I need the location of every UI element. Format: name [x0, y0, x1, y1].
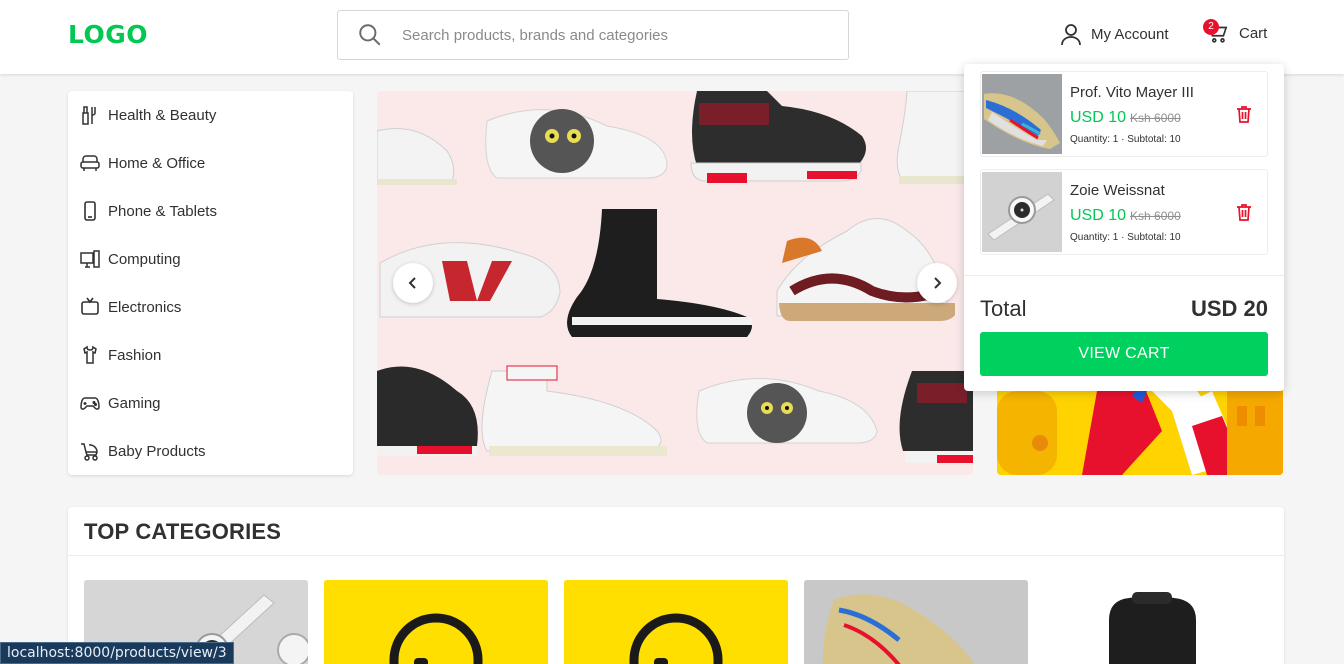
stroller-icon: [81, 443, 98, 461]
cart-item-old-price: Ksh 6000: [1130, 209, 1181, 223]
sidebar-item-health-beauty[interactable]: Health & Beauty: [80, 103, 216, 127]
shirt-icon: [83, 345, 97, 364]
total-label: Total: [980, 296, 1027, 321]
total-value: USD 20: [1190, 296, 1268, 321]
user-icon: [1061, 24, 1081, 46]
chevron-right-icon: [934, 277, 942, 289]
cart-item-name[interactable]: Prof. Vito Mayer III: [1070, 84, 1194, 101]
trash-icon[interactable]: [1234, 104, 1254, 124]
status-bar-url: localhost:8000/products/view/3: [0, 642, 234, 664]
sidebar-item-home-office[interactable]: Home & Office: [80, 151, 205, 175]
sidebar-item-fashion[interactable]: Fashion: [80, 343, 161, 367]
sidebar-item-label: Baby Products: [108, 442, 206, 460]
cart-link[interactable]: 2 Cart: [1203, 19, 1268, 44]
phone-icon: [84, 201, 96, 221]
search-input[interactable]: [402, 26, 822, 44]
sidebar-item-label: Gaming: [108, 394, 161, 412]
category-card[interactable]: [564, 580, 788, 664]
cart-dropdown: Prof. Vito Mayer III USD 10 Ksh 6000 Quan…: [964, 64, 1284, 391]
section-title: TOP CATEGORIES: [84, 519, 282, 544]
sidebar-item-baby-products[interactable]: Baby Products: [80, 439, 206, 463]
product-thumbnail: [982, 74, 1062, 154]
cart-label: Cart: [1239, 24, 1268, 42]
hero-carousel[interactable]: [377, 91, 973, 475]
view-cart-button[interactable]: VIEW CART: [980, 332, 1268, 376]
sidebar-item-phone-tablets[interactable]: Phone & Tablets: [80, 199, 217, 223]
cart-item-meta: Quantity: 1 · Subtotal: 10: [1070, 232, 1181, 243]
gamepad-icon: [80, 397, 100, 410]
cart-item-price-value: USD 10: [1070, 207, 1127, 224]
sneakers-banner-image: [377, 91, 973, 475]
category-card[interactable]: [804, 580, 1028, 664]
divider: [964, 275, 1284, 276]
health-beauty-icon: [82, 106, 96, 125]
divider: [68, 555, 1284, 556]
category-card[interactable]: [324, 580, 548, 664]
sidebar-item-label: Computing: [108, 250, 181, 268]
trash-icon[interactable]: [1234, 202, 1254, 222]
cart-item[interactable]: Prof. Vito Mayer III USD 10 Ksh 6000 Quan…: [980, 71, 1268, 157]
cart-count-badge: 2: [1203, 19, 1219, 35]
cart-item-old-price: Ksh 6000: [1130, 111, 1181, 125]
category-image-headphones: [564, 580, 788, 664]
top-categories-section: TOP CATEGORIES: [68, 507, 1284, 664]
site-header: LOGO My Account 2 Cart: [0, 0, 1344, 74]
sidebar-item-computing[interactable]: Computing: [80, 247, 181, 271]
product-thumbnail: [982, 172, 1062, 252]
cart-item-name[interactable]: Zoie Weissnat: [1070, 182, 1165, 199]
category-image-headphones: [324, 580, 548, 664]
home-office-icon: [80, 155, 100, 171]
tv-icon: [81, 297, 99, 315]
category-image-sneaker: [804, 580, 1028, 664]
cart-item-price: USD 10 Ksh 6000: [1070, 207, 1181, 225]
category-card[interactable]: [1044, 580, 1268, 664]
cart-item-meta: Quantity: 1 · Subtotal: 10: [1070, 134, 1181, 145]
cart-item[interactable]: Zoie Weissnat USD 10 Ksh 6000 Quantity: 1…: [980, 169, 1268, 255]
cart-item-price: USD 10 Ksh 6000: [1070, 109, 1181, 127]
category-sidebar: Health & Beauty Home & Office Phone & Ta…: [68, 91, 353, 475]
search-bar[interactable]: [337, 10, 849, 60]
sidebar-item-label: Home & Office: [108, 154, 206, 172]
sidebar-item-label: Fashion: [108, 346, 162, 364]
sidebar-item-label: Phone & Tablets: [108, 202, 217, 220]
sidebar-item-gaming[interactable]: Gaming: [80, 391, 161, 415]
cart-item-price-value: USD 10: [1070, 109, 1127, 126]
carousel-next-button[interactable]: [917, 263, 957, 303]
chevron-left-icon: [408, 277, 416, 289]
account-label: My Account: [1091, 25, 1169, 43]
sidebar-item-label: Electronics: [108, 298, 182, 316]
search-icon[interactable]: [357, 22, 383, 48]
category-image-backpack: [1044, 580, 1268, 664]
carousel-prev-button[interactable]: [393, 263, 433, 303]
logo[interactable]: LOGO: [68, 20, 148, 49]
sidebar-item-label: Health & Beauty: [108, 106, 217, 124]
my-account-link[interactable]: My Account: [1059, 22, 1169, 46]
sidebar-item-electronics[interactable]: Electronics: [80, 295, 181, 319]
computer-icon: [80, 250, 100, 268]
